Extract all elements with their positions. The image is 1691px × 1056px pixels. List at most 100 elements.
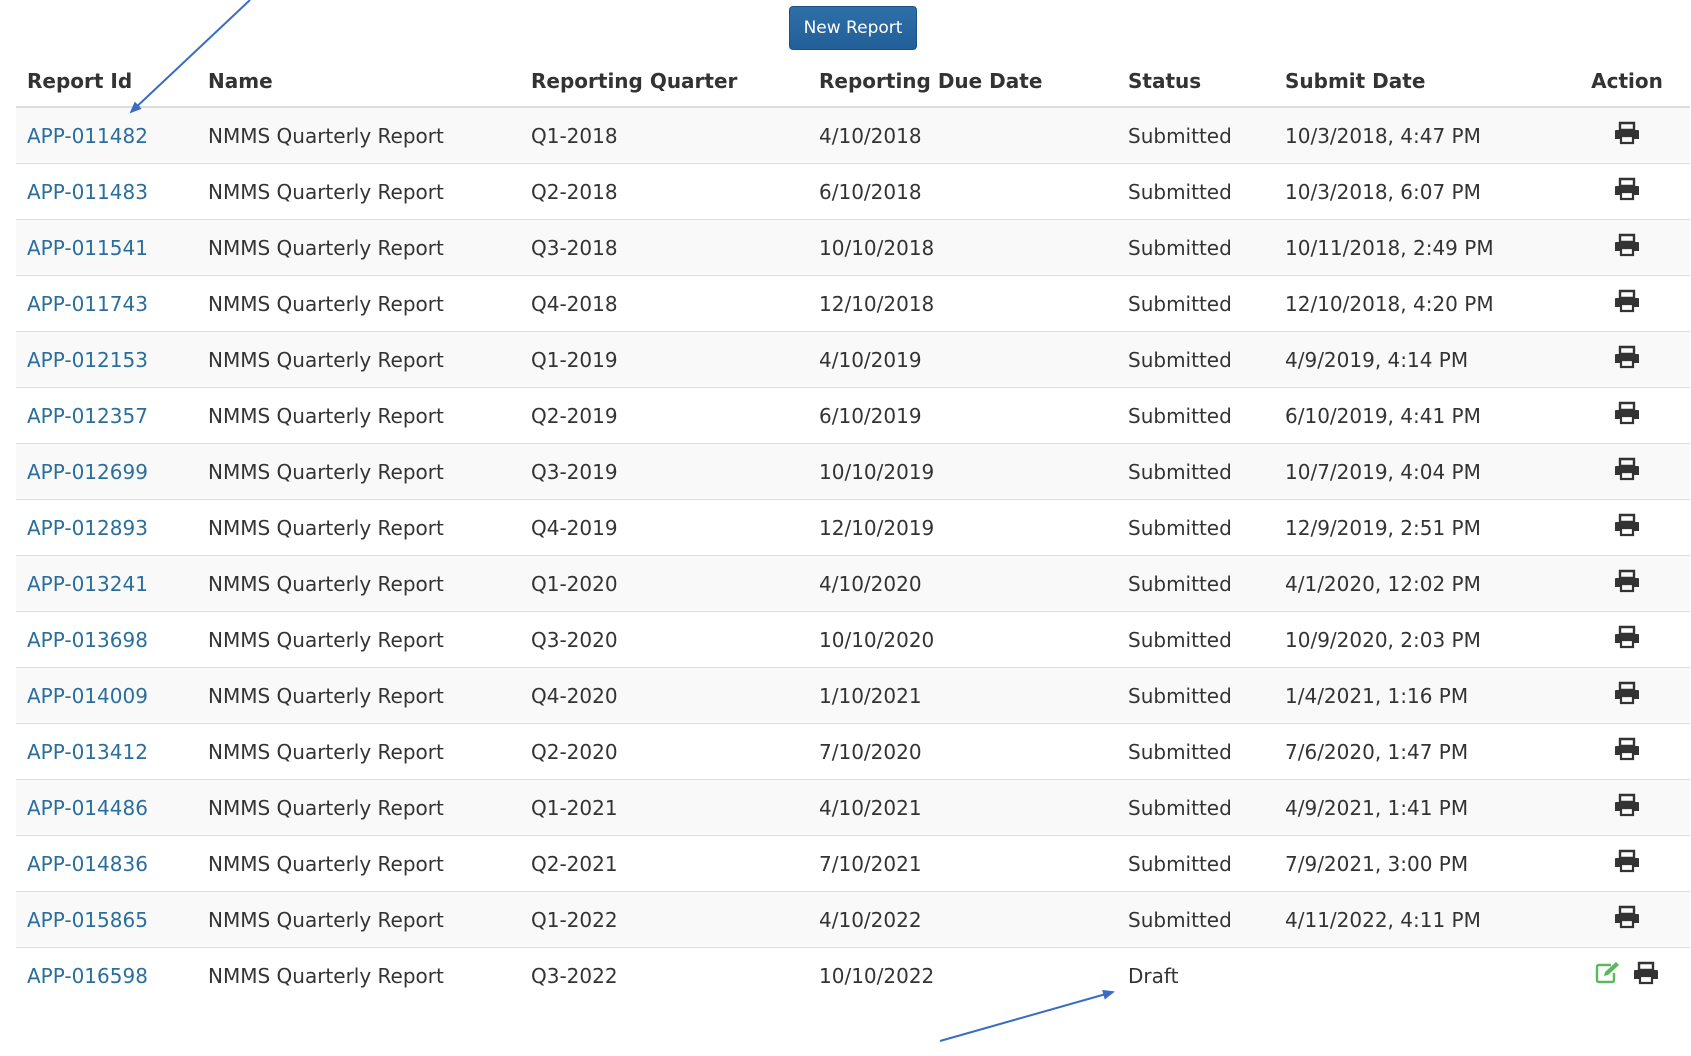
- action-cell: [1564, 443, 1690, 500]
- reporting-quarter: Q1-2021: [520, 779, 808, 836]
- report-id-link[interactable]: APP-011482: [27, 124, 148, 148]
- print-icon[interactable]: [1613, 905, 1641, 934]
- table-row: APP-011743 NMMS Quarterly Report Q4-2018 12…: [16, 275, 1690, 332]
- reporting-quarter: Q1-2022: [520, 891, 808, 948]
- reporting-quarter: Q2-2019: [520, 387, 808, 444]
- submit-date: 12/9/2019, 2:51 PM: [1274, 499, 1564, 556]
- header-action: Action: [1564, 56, 1690, 108]
- report-name: NMMS Quarterly Report: [197, 779, 520, 836]
- report-id-link[interactable]: APP-015865: [27, 908, 148, 932]
- print-icon[interactable]: [1613, 457, 1641, 486]
- header-status[interactable]: Status: [1117, 56, 1274, 108]
- report-id-link[interactable]: APP-014836: [27, 852, 148, 876]
- report-name: NMMS Quarterly Report: [197, 891, 520, 948]
- reporting-due-date: 7/10/2021: [808, 835, 1117, 892]
- report-id-link[interactable]: APP-012893: [27, 516, 148, 540]
- submit-date: 4/9/2021, 1:41 PM: [1274, 779, 1564, 836]
- header-submit-date[interactable]: Submit Date: [1274, 56, 1564, 108]
- reporting-due-date: 4/10/2022: [808, 891, 1117, 948]
- print-icon[interactable]: [1613, 177, 1641, 206]
- reporting-quarter: Q3-2018: [520, 219, 808, 276]
- print-icon[interactable]: [1613, 569, 1641, 598]
- table-row: APP-011541 NMMS Quarterly Report Q3-2018 10…: [16, 219, 1690, 276]
- reporting-quarter: Q1-2020: [520, 555, 808, 612]
- edit-icon[interactable]: [1594, 961, 1622, 990]
- submit-date: 4/11/2022, 4:11 PM: [1274, 891, 1564, 948]
- print-icon[interactable]: [1613, 681, 1641, 710]
- header-reporting-due-date[interactable]: Reporting Due Date: [808, 56, 1117, 108]
- action-cell: [1564, 723, 1690, 780]
- submit-date: 12/10/2018, 4:20 PM: [1274, 275, 1564, 332]
- table-row: APP-012699 NMMS Quarterly Report Q3-2019 10…: [16, 443, 1690, 500]
- action-cell: [1564, 499, 1690, 556]
- reporting-quarter: Q3-2020: [520, 611, 808, 668]
- status: Submitted: [1117, 499, 1274, 556]
- reporting-due-date: 6/10/2018: [808, 163, 1117, 220]
- report-name: NMMS Quarterly Report: [197, 555, 520, 612]
- table-row: APP-016598 NMMS Quarterly Report Q3-2022 10…: [16, 947, 1690, 1003]
- report-name: NMMS Quarterly Report: [197, 667, 520, 724]
- header-report-id[interactable]: Report Id: [16, 56, 197, 108]
- action-cell: [1564, 555, 1690, 612]
- print-icon[interactable]: [1613, 625, 1641, 654]
- table-row: APP-014009 NMMS Quarterly Report Q4-2020 1/…: [16, 667, 1690, 724]
- reporting-quarter: Q2-2021: [520, 835, 808, 892]
- report-id-link[interactable]: APP-013412: [27, 740, 148, 764]
- table-row: APP-014486 NMMS Quarterly Report Q1-2021 4/…: [16, 779, 1690, 836]
- table-row: APP-012153 NMMS Quarterly Report Q1-2019 4/…: [16, 331, 1690, 388]
- report-id-link[interactable]: APP-011541: [27, 236, 148, 260]
- table-row: APP-011483 NMMS Quarterly Report Q2-2018 6/…: [16, 163, 1690, 220]
- table-row: APP-012893 NMMS Quarterly Report Q4-2019 12…: [16, 499, 1690, 556]
- report-id-link[interactable]: APP-014009: [27, 684, 148, 708]
- table-row: APP-014836 NMMS Quarterly Report Q2-2021 7/…: [16, 835, 1690, 892]
- reporting-due-date: 12/10/2018: [808, 275, 1117, 332]
- reporting-quarter: Q4-2018: [520, 275, 808, 332]
- report-name: NMMS Quarterly Report: [197, 611, 520, 668]
- report-id-cell: APP-014836: [16, 835, 197, 892]
- report-id-cell: APP-012699: [16, 443, 197, 500]
- new-report-button[interactable]: New Report: [789, 6, 917, 50]
- report-id-cell: APP-011482: [16, 106, 197, 164]
- reporting-due-date: 4/10/2019: [808, 331, 1117, 388]
- action-cell: [1564, 947, 1690, 1003]
- print-icon[interactable]: [1613, 289, 1641, 318]
- report-id-link[interactable]: APP-012699: [27, 460, 148, 484]
- print-icon[interactable]: [1613, 233, 1641, 262]
- status: Submitted: [1117, 331, 1274, 388]
- status: Submitted: [1117, 779, 1274, 836]
- report-id-cell: APP-011743: [16, 275, 197, 332]
- status: Submitted: [1117, 667, 1274, 724]
- report-id-link[interactable]: APP-014486: [27, 796, 148, 820]
- report-id-link[interactable]: APP-013698: [27, 628, 148, 652]
- action-cell: [1564, 163, 1690, 220]
- table-row: APP-015865 NMMS Quarterly Report Q1-2022 4/…: [16, 891, 1690, 948]
- print-icon[interactable]: [1613, 513, 1641, 542]
- print-icon[interactable]: [1613, 793, 1641, 822]
- report-id-link[interactable]: APP-016598: [27, 964, 148, 988]
- print-icon[interactable]: [1613, 401, 1641, 430]
- action-cell: [1564, 779, 1690, 836]
- status: Submitted: [1117, 106, 1274, 164]
- reporting-quarter: Q1-2018: [520, 106, 808, 164]
- print-icon[interactable]: [1613, 849, 1641, 878]
- report-id-link[interactable]: APP-012153: [27, 348, 148, 372]
- action-cell: [1564, 387, 1690, 444]
- status: Draft: [1117, 947, 1274, 1003]
- status: Submitted: [1117, 555, 1274, 612]
- header-reporting-quarter[interactable]: Reporting Quarter: [520, 56, 808, 108]
- print-icon[interactable]: [1632, 961, 1660, 990]
- report-id-cell: APP-013698: [16, 611, 197, 668]
- reporting-due-date: 10/10/2019: [808, 443, 1117, 500]
- print-icon[interactable]: [1613, 345, 1641, 374]
- report-name: NMMS Quarterly Report: [197, 835, 520, 892]
- print-icon[interactable]: [1613, 737, 1641, 766]
- reporting-due-date: 10/10/2020: [808, 611, 1117, 668]
- report-id-link[interactable]: APP-012357: [27, 404, 148, 428]
- report-id-link[interactable]: APP-013241: [27, 572, 148, 596]
- report-id-link[interactable]: APP-011743: [27, 292, 148, 316]
- report-id-link[interactable]: APP-011483: [27, 180, 148, 204]
- print-icon[interactable]: [1613, 121, 1641, 150]
- status: Submitted: [1117, 723, 1274, 780]
- action-cell: [1564, 611, 1690, 668]
- header-name[interactable]: Name: [197, 56, 520, 108]
